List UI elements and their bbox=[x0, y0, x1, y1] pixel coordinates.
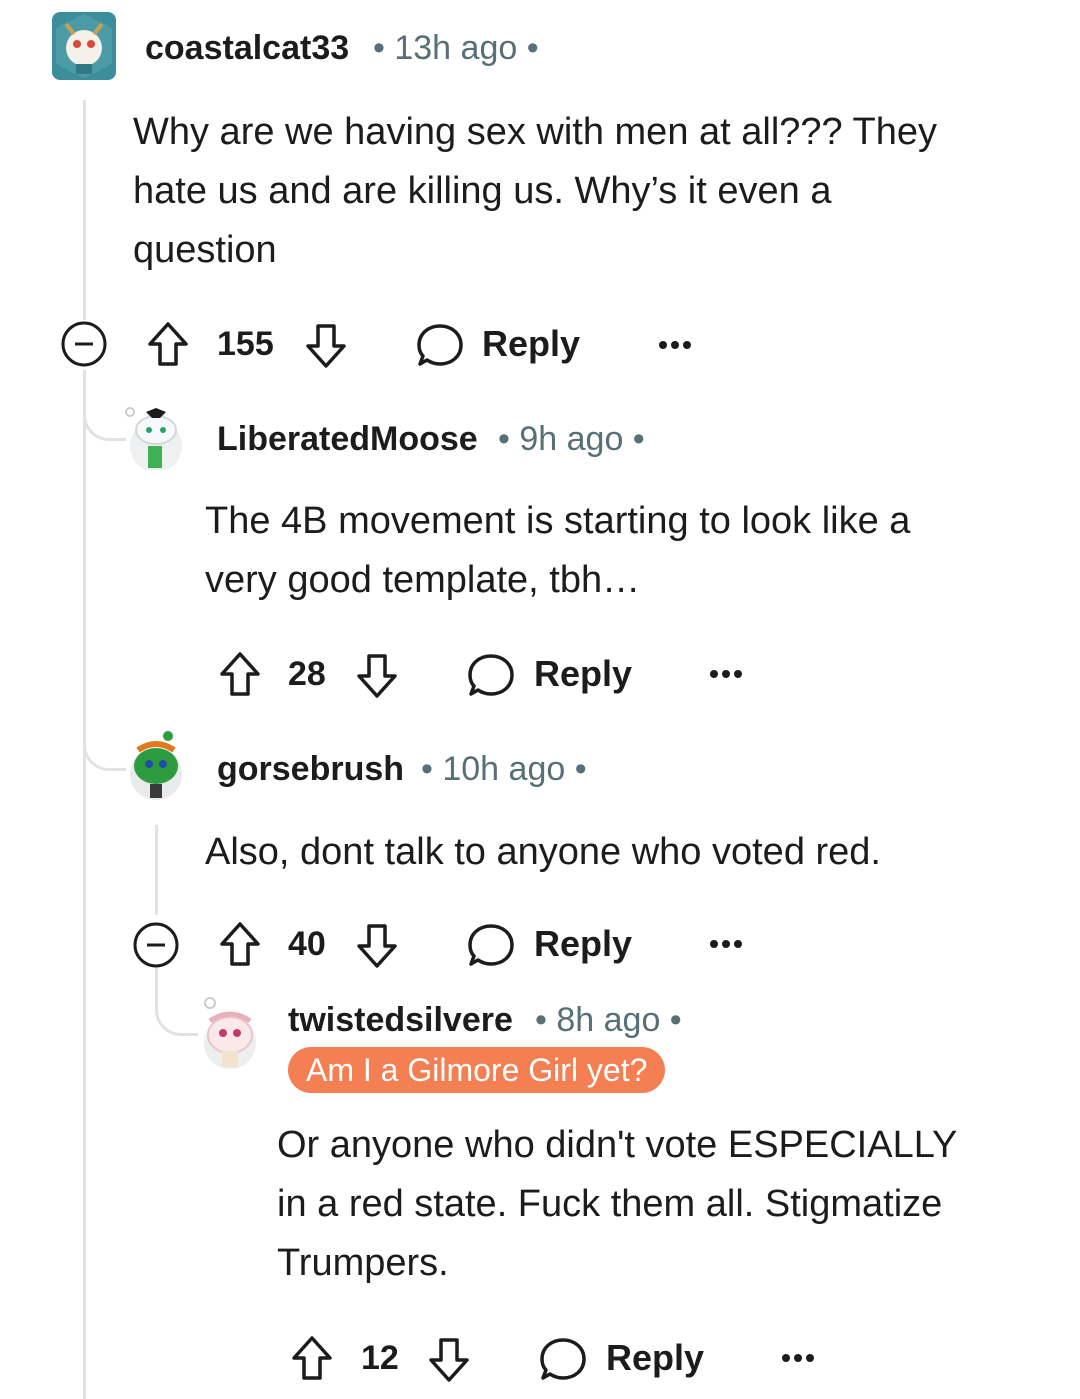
body-line: Also, dont talk to anyone who voted red. bbox=[205, 831, 881, 873]
upvote-icon[interactable] bbox=[290, 1334, 334, 1382]
body-line: very good template, tbh… bbox=[205, 559, 641, 601]
downvote-icon[interactable] bbox=[355, 922, 399, 970]
upvote-icon[interactable] bbox=[218, 920, 262, 968]
collapse-icon[interactable] bbox=[132, 921, 180, 969]
avatar-cat-icon bbox=[56, 14, 112, 78]
body-line: Why are we having sex with men at all???… bbox=[133, 111, 938, 153]
avatar-snoo-icon bbox=[125, 407, 182, 470]
vote-count: 155 bbox=[217, 325, 274, 363]
user-flair: Am I a Gilmore Girl yet? bbox=[288, 1047, 666, 1093]
body-line: in a red state. Fuck them all. Stigmatiz… bbox=[277, 1183, 943, 1225]
body-line: hate us and are killing us. Why’s it eve… bbox=[133, 170, 832, 212]
reply-button[interactable]: Reply bbox=[534, 653, 632, 695]
downvote-icon[interactable] bbox=[355, 652, 399, 700]
meta: • 8h ago • bbox=[535, 1001, 682, 1039]
comment-body: The 4B movement is starting to look like… bbox=[205, 492, 1065, 610]
comment-body: Or anyone who didn't vote ESPECIALLY in … bbox=[277, 1116, 1067, 1293]
thread-connector bbox=[83, 720, 126, 771]
username[interactable]: coastalcat33 bbox=[145, 29, 349, 68]
comment-body: Why are we having sex with men at all???… bbox=[133, 103, 1053, 280]
avatar[interactable] bbox=[124, 402, 188, 470]
body-line: question bbox=[133, 229, 277, 271]
downvote-icon[interactable] bbox=[427, 1336, 471, 1384]
meta: • 10h ago • bbox=[421, 750, 587, 788]
thread-connector bbox=[83, 390, 126, 441]
vote-count: 40 bbox=[288, 925, 326, 963]
timestamp: 8h ago bbox=[556, 1001, 661, 1039]
more-options-icon[interactable] bbox=[655, 339, 695, 351]
thread-line-level-1-cont bbox=[83, 370, 86, 1399]
thread-connector bbox=[155, 985, 198, 1036]
reply-icon[interactable] bbox=[467, 651, 515, 699]
body-line: The 4B movement is starting to look like… bbox=[205, 500, 911, 542]
reply-button[interactable]: Reply bbox=[606, 1337, 704, 1379]
upvote-icon[interactable] bbox=[218, 650, 262, 698]
meta: • 9h ago • bbox=[498, 420, 645, 458]
username[interactable]: twistedsilvere bbox=[288, 1001, 513, 1040]
username[interactable]: gorsebrush bbox=[217, 750, 404, 789]
downvote-icon[interactable] bbox=[304, 322, 348, 370]
avatar-snoo-icon bbox=[130, 731, 182, 800]
avatar[interactable] bbox=[124, 728, 188, 800]
more-options-icon[interactable] bbox=[778, 1352, 818, 1364]
timestamp: 9h ago bbox=[519, 420, 624, 458]
reply-icon[interactable] bbox=[467, 921, 515, 969]
reply-button[interactable]: Reply bbox=[534, 923, 632, 965]
avatar[interactable] bbox=[196, 995, 260, 1071]
thread-line-level-2 bbox=[155, 825, 158, 915]
username[interactable]: LiberatedMoose bbox=[217, 420, 478, 459]
timestamp: 10h ago bbox=[442, 750, 566, 788]
body-line: Or anyone who didn't vote ESPECIALLY bbox=[277, 1124, 958, 1166]
avatar-snoo-icon bbox=[204, 997, 256, 1069]
more-options-icon[interactable] bbox=[706, 938, 746, 950]
body-line: Trumpers. bbox=[277, 1242, 449, 1284]
reply-button[interactable]: Reply bbox=[482, 323, 580, 365]
vote-count: 28 bbox=[288, 655, 326, 693]
avatar[interactable] bbox=[52, 12, 116, 80]
comment-body: Also, dont talk to anyone who voted red. bbox=[205, 823, 1065, 882]
reply-icon[interactable] bbox=[539, 1335, 587, 1383]
meta: • 13h ago • bbox=[373, 29, 539, 67]
upvote-icon[interactable] bbox=[146, 320, 190, 368]
reply-icon[interactable] bbox=[416, 321, 464, 369]
more-options-icon[interactable] bbox=[706, 668, 746, 680]
collapse-icon[interactable] bbox=[60, 320, 108, 368]
timestamp: 13h ago bbox=[394, 29, 518, 67]
thread-line-level-1 bbox=[83, 100, 86, 320]
vote-count: 12 bbox=[361, 1339, 399, 1377]
